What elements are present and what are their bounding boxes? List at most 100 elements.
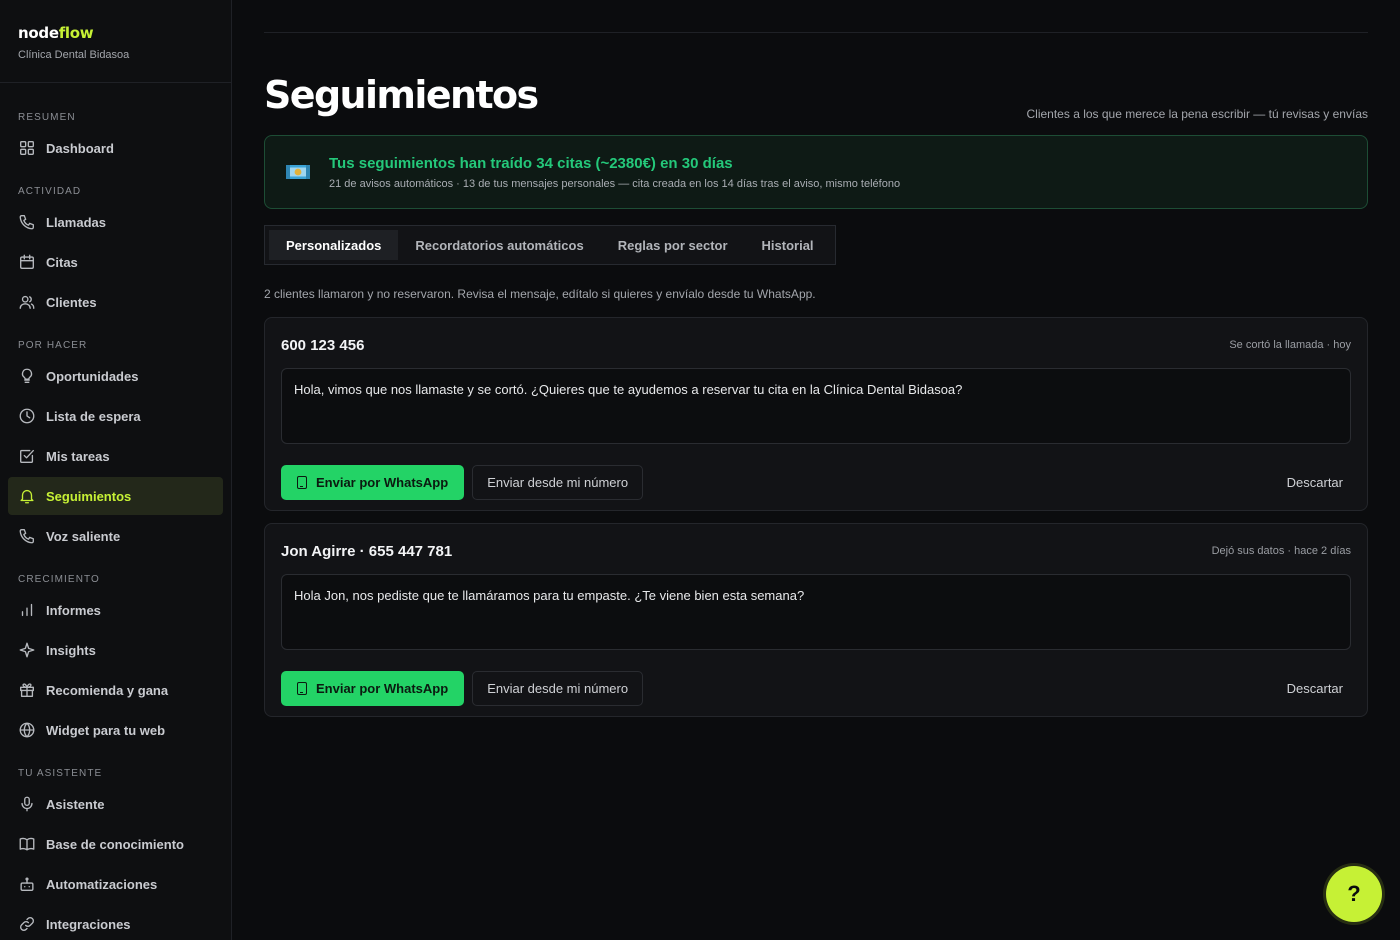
sidebar-item-recomienda-y-gana[interactable]: Recomienda y gana bbox=[8, 671, 223, 709]
bell-icon bbox=[18, 487, 36, 505]
logo-text-b: flow bbox=[58, 24, 94, 42]
gift-icon bbox=[18, 681, 36, 699]
logo-text-a: node bbox=[18, 24, 59, 42]
sidebar-item-asistente[interactable]: Asistente bbox=[8, 785, 223, 823]
money-icon bbox=[286, 165, 310, 179]
card-header: Jon Agirre · 655 447 781 Dejó sus datos … bbox=[281, 540, 1351, 562]
sidebar-item-clientes[interactable]: Clientes bbox=[8, 283, 223, 321]
sidebar-item-dashboard[interactable]: Dashboard bbox=[8, 129, 223, 167]
nav-section-title: TU ASISTENTE bbox=[18, 768, 103, 779]
phone-outgoing-icon bbox=[18, 527, 36, 545]
sidebar-item-label: Asistente bbox=[46, 796, 105, 812]
followup-list: 600 123 456 Se cortó la llamada · hoy Ho… bbox=[264, 317, 1368, 717]
sidebar-item-lista-de-espera[interactable]: Lista de espera bbox=[8, 397, 223, 435]
page-subtitle: Clientes a los que merece la pena escrib… bbox=[1026, 107, 1369, 121]
tab-reglas[interactable]: Reglas por sector bbox=[601, 230, 745, 260]
calendar-icon bbox=[18, 253, 36, 271]
sidebar-item-llamadas[interactable]: Llamadas bbox=[8, 203, 223, 241]
send-own-number-label: Enviar desde mi número bbox=[487, 475, 629, 490]
hint-text: 2 clientes llamaron y no reservaron. Rev… bbox=[264, 287, 816, 301]
tab-bar: Personalizados Recordatorios automáticos R… bbox=[264, 225, 836, 265]
sidebar-item-label: Seguimientos bbox=[46, 488, 132, 504]
sidebar-item-label: Insights bbox=[46, 642, 96, 658]
sidebar-item-label: Lista de espera bbox=[46, 408, 141, 424]
sidebar-item-base-de-conocimiento[interactable]: Base de conocimiento bbox=[8, 825, 223, 863]
sidebar-item-label: Integraciones bbox=[46, 916, 131, 932]
discard-label: Descartar bbox=[1286, 681, 1343, 696]
link-icon bbox=[18, 915, 36, 933]
sidebar-nav: RESUMEN Dashboard ACTIVIDAD Llamadas Citas Cl… bbox=[0, 83, 231, 940]
sidebar-item-label: Voz saliente bbox=[46, 528, 121, 544]
logo[interactable]: nodeflow bbox=[18, 24, 213, 42]
contact-title: 600 123 456 bbox=[281, 336, 365, 354]
nav-section-title: POR HACER bbox=[18, 340, 88, 351]
card-actions: Enviar por WhatsApp Enviar desde mi núme… bbox=[281, 465, 1351, 500]
sidebar-item-insights[interactable]: Insights bbox=[8, 631, 223, 669]
banner-subtitle: 21 de avisos automáticos · 13 de tus men… bbox=[329, 177, 901, 190]
sidebar-item-label: Automatizaciones bbox=[46, 876, 158, 892]
checkbox-icon bbox=[18, 447, 36, 465]
send-own-number-button[interactable]: Enviar desde mi número bbox=[472, 465, 644, 500]
followup-card: 600 123 456 Se cortó la llamada · hoy Ho… bbox=[264, 317, 1368, 511]
users-icon bbox=[18, 293, 36, 311]
sidebar-item-citas[interactable]: Citas bbox=[8, 243, 223, 281]
help-button[interactable]: ? bbox=[1326, 866, 1382, 922]
phone-icon bbox=[18, 213, 36, 231]
page-header: Seguimientos Clientes a los que merece l… bbox=[264, 53, 1368, 121]
main-content: Seguimientos Clientes a los que merece l… bbox=[232, 0, 1400, 940]
send-whatsapp-label: Enviar por WhatsApp bbox=[316, 681, 449, 696]
organization-name: Clínica Dental Bidasoa bbox=[18, 49, 130, 61]
mobile-phone-icon bbox=[297, 476, 307, 489]
sidebar-item-seguimientos[interactable]: Seguimientos bbox=[8, 477, 223, 515]
tab-recordatorios[interactable]: Recordatorios automáticos bbox=[398, 230, 600, 260]
top-divider bbox=[264, 32, 1368, 33]
sidebar-item-label: Informes bbox=[46, 602, 101, 618]
contact-meta: Dejó sus datos · hace 2 días bbox=[1211, 545, 1351, 557]
brand: nodeflow Clínica Dental Bidasoa bbox=[0, 0, 231, 83]
sidebar-item-label: Dashboard bbox=[46, 140, 114, 156]
sidebar-item-label: Oportunidades bbox=[46, 368, 139, 384]
sparkle-icon bbox=[18, 641, 36, 659]
tab-historial[interactable]: Historial bbox=[745, 230, 831, 260]
lightbulb-icon bbox=[18, 367, 36, 385]
send-whatsapp-button[interactable]: Enviar por WhatsApp bbox=[281, 671, 465, 706]
results-banner: Tus seguimientos han traído 34 citas (~2… bbox=[264, 135, 1368, 209]
microphone-icon bbox=[18, 795, 36, 813]
sidebar-item-label: Llamadas bbox=[46, 214, 106, 230]
sidebar-item-widget-para-tu-web[interactable]: Widget para tu web bbox=[8, 711, 223, 749]
contact-meta: Se cortó la llamada · hoy bbox=[1229, 339, 1351, 351]
sidebar-item-label: Base de conocimiento bbox=[46, 836, 184, 852]
card-actions: Enviar por WhatsApp Enviar desde mi núme… bbox=[281, 671, 1351, 706]
clock-icon bbox=[18, 407, 36, 425]
sidebar-item-integraciones[interactable]: Integraciones bbox=[8, 905, 223, 940]
message-textarea[interactable]: Hola Jon, nos pediste que te llamáramos … bbox=[281, 574, 1351, 650]
grid-icon bbox=[18, 139, 36, 157]
sidebar-item-oportunidades[interactable]: Oportunidades bbox=[8, 357, 223, 395]
sidebar-item-informes[interactable]: Informes bbox=[8, 591, 223, 629]
tab-personalizados[interactable]: Personalizados bbox=[269, 230, 399, 260]
page-title: Seguimientos bbox=[264, 73, 539, 117]
followup-card: Jon Agirre · 655 447 781 Dejó sus datos … bbox=[264, 523, 1368, 717]
contact-title: Jon Agirre · 655 447 781 bbox=[281, 542, 453, 560]
sidebar-item-label: Widget para tu web bbox=[46, 722, 166, 738]
globe-icon bbox=[18, 721, 36, 739]
nav-section-title: RESUMEN bbox=[18, 112, 76, 123]
sidebar-item-voz-saliente[interactable]: Voz saliente bbox=[8, 517, 223, 555]
sidebar-item-label: Mis tareas bbox=[46, 448, 110, 464]
discard-button[interactable]: Descartar bbox=[1287, 681, 1351, 696]
mobile-phone-icon bbox=[297, 682, 307, 695]
message-textarea[interactable]: Hola, vimos que nos llamaste y se cortó.… bbox=[281, 368, 1351, 444]
sidebar-item-label: Clientes bbox=[46, 294, 97, 310]
sidebar-item-automatizaciones[interactable]: Automatizaciones bbox=[8, 865, 223, 903]
discard-label: Descartar bbox=[1286, 475, 1343, 490]
sidebar: nodeflow Clínica Dental Bidasoa RESUMEN D… bbox=[0, 0, 232, 940]
send-own-number-label: Enviar desde mi número bbox=[487, 681, 629, 696]
card-header: 600 123 456 Se cortó la llamada · hoy bbox=[281, 334, 1351, 356]
robot-icon bbox=[18, 875, 36, 893]
send-whatsapp-label: Enviar por WhatsApp bbox=[316, 475, 449, 490]
bar-chart-icon bbox=[18, 601, 36, 619]
discard-button[interactable]: Descartar bbox=[1287, 475, 1351, 490]
sidebar-item-mis-tareas[interactable]: Mis tareas bbox=[8, 437, 223, 475]
send-whatsapp-button[interactable]: Enviar por WhatsApp bbox=[281, 465, 465, 500]
send-own-number-button[interactable]: Enviar desde mi número bbox=[472, 671, 644, 706]
